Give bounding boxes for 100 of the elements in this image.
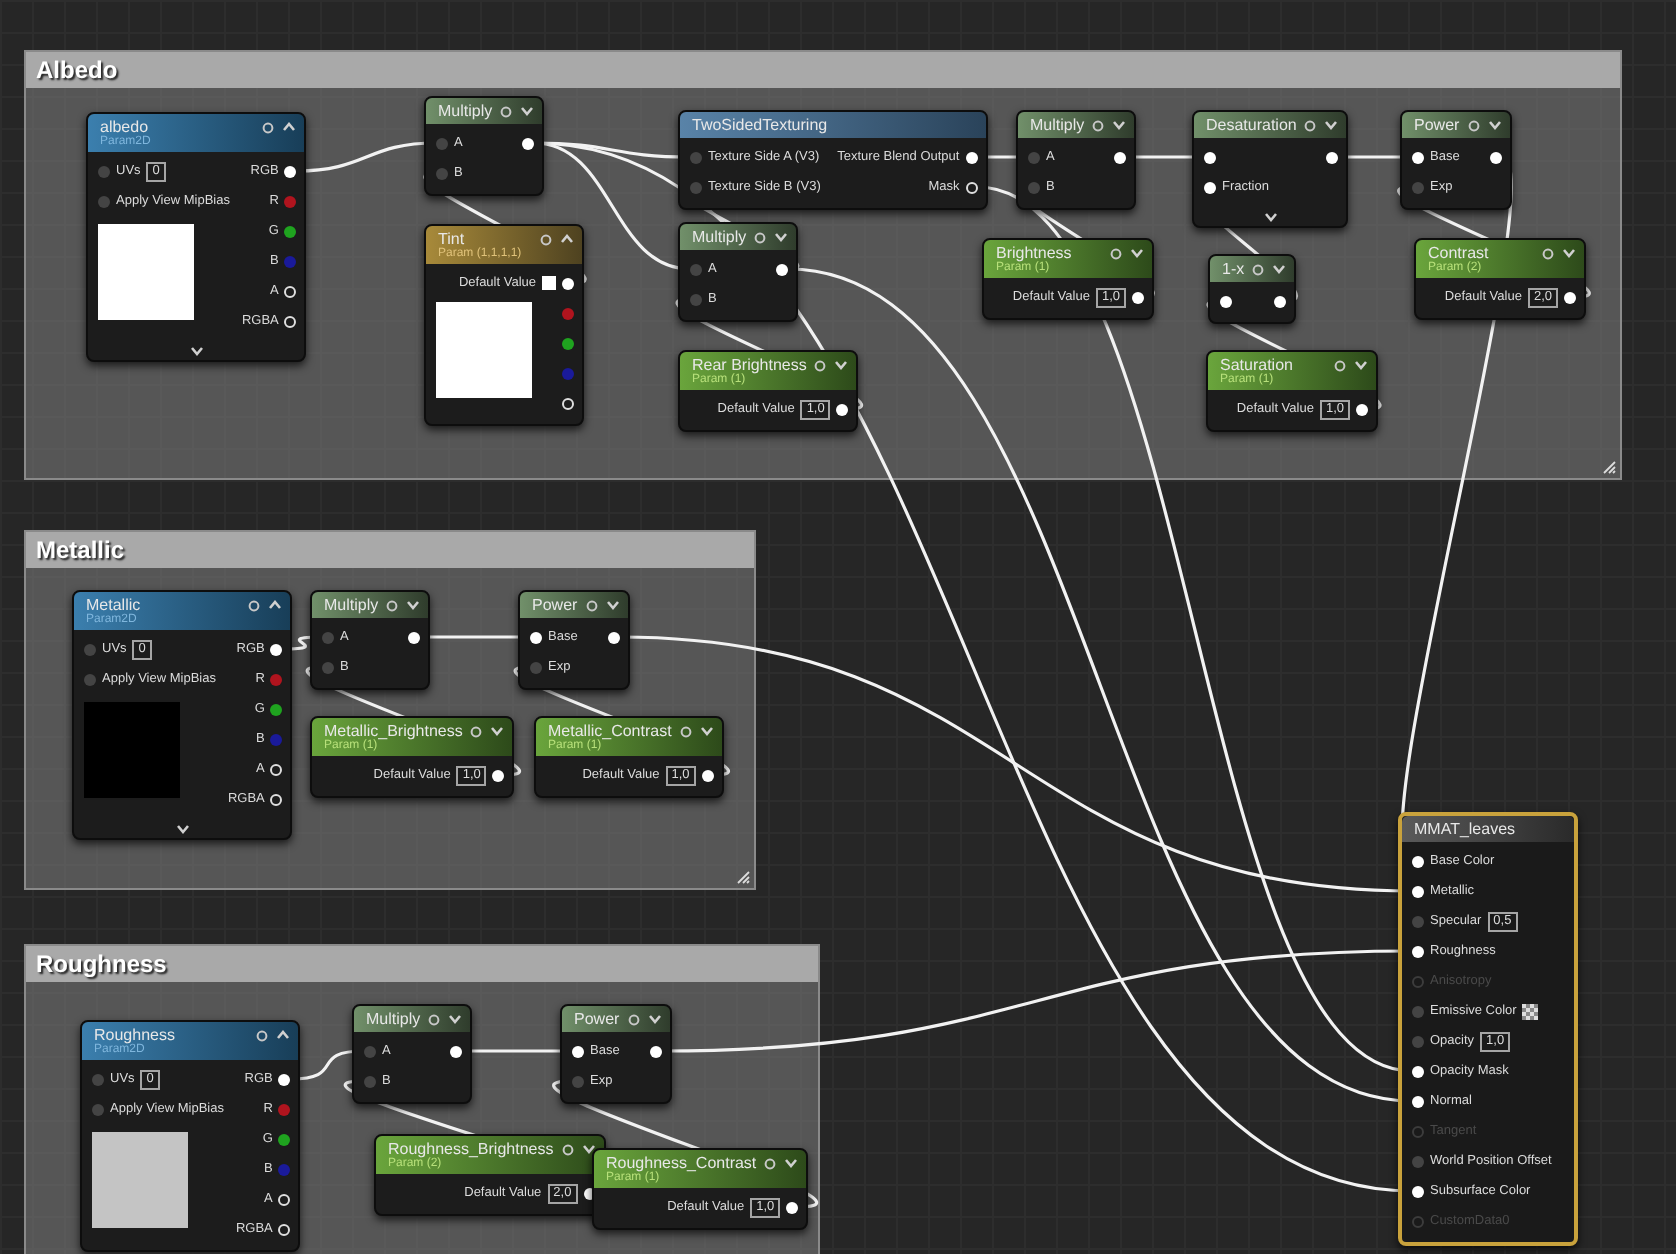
input-pin[interactable] [690, 181, 702, 193]
collapse-icon[interactable] [276, 1030, 291, 1040]
output-pin[interactable] [1132, 291, 1144, 303]
preview-icon[interactable] [540, 234, 552, 246]
collapse-icon[interactable] [1130, 248, 1144, 258]
output-pin[interactable] [270, 793, 283, 805]
preview-icon[interactable] [1467, 120, 1480, 132]
input-pin[interactable] [1412, 915, 1424, 927]
expand-icon[interactable] [1263, 212, 1278, 222]
node-header[interactable]: Power [1402, 112, 1510, 138]
input-pin[interactable] [322, 661, 334, 673]
input-pin[interactable] [364, 1075, 376, 1087]
preview-icon[interactable] [256, 1030, 269, 1042]
input-pin[interactable] [1412, 1035, 1424, 1047]
preview-icon[interactable] [679, 726, 692, 738]
collapse-icon[interactable] [520, 106, 535, 116]
input-pin[interactable] [1412, 1065, 1424, 1077]
input-pin[interactable] [1028, 181, 1040, 193]
collapse-icon[interactable] [1562, 248, 1576, 258]
output-pin[interactable] [776, 263, 789, 275]
preview-icon[interactable] [1110, 248, 1122, 260]
node-header[interactable]: Power [520, 592, 628, 618]
node-header[interactable]: Multiply [1018, 112, 1135, 138]
output-pin[interactable] [701, 769, 714, 781]
collapse-icon[interactable] [581, 1144, 596, 1154]
preview-icon[interactable] [814, 360, 827, 372]
collapse-icon[interactable] [1112, 120, 1127, 130]
node-header[interactable]: Multiply [680, 224, 797, 250]
output-pin[interactable] [278, 1073, 291, 1085]
collapse-icon[interactable] [282, 122, 297, 132]
input-pin[interactable] [1412, 885, 1424, 897]
input-pin[interactable] [1204, 181, 1216, 193]
preview-icon[interactable] [561, 1144, 574, 1156]
input-pin[interactable] [436, 137, 448, 149]
input-pin[interactable] [92, 1103, 104, 1115]
collapse-icon[interactable] [699, 726, 714, 736]
input-pin[interactable] [1412, 945, 1424, 957]
collapse-icon[interactable] [406, 600, 421, 610]
graph-node[interactable]: 1-x [1208, 254, 1297, 324]
preview-icon[interactable] [585, 600, 598, 612]
input-pin[interactable] [690, 151, 702, 163]
preview-icon[interactable] [248, 600, 261, 612]
output-pin[interactable] [786, 1201, 799, 1213]
preview-icon[interactable] [470, 726, 483, 738]
node-header[interactable]: TwoSidedTexturing [680, 112, 986, 138]
collapse-icon[interactable] [1272, 264, 1287, 274]
input-pin[interactable] [322, 631, 334, 643]
preview-icon[interactable] [1304, 120, 1317, 132]
input-pin[interactable] [690, 263, 702, 275]
color-swatch[interactable] [542, 276, 556, 290]
node-header[interactable]: 1-x [1210, 256, 1295, 282]
node-header[interactable]: Desaturation [1194, 112, 1347, 138]
output-pin[interactable] [450, 1045, 463, 1057]
input-pin[interactable] [572, 1075, 584, 1087]
output-pin[interactable] [1274, 295, 1287, 307]
output-pin[interactable] [270, 763, 283, 775]
preview-icon[interactable] [627, 1014, 640, 1026]
output-pin[interactable] [408, 631, 421, 643]
output-pin[interactable] [1326, 151, 1339, 163]
output-pin[interactable] [649, 1045, 662, 1057]
output-pin[interactable] [522, 137, 535, 149]
output-pin[interactable] [607, 631, 620, 643]
input-pin[interactable] [1204, 151, 1216, 163]
preview-icon[interactable] [754, 232, 767, 244]
collapse-icon[interactable] [834, 360, 849, 370]
preview-icon[interactable] [1092, 120, 1105, 132]
input-pin[interactable] [1412, 181, 1424, 193]
input-pin[interactable] [1412, 855, 1424, 867]
preview-icon[interactable] [428, 1014, 441, 1026]
output-pin[interactable] [278, 1193, 291, 1205]
preview-icon[interactable] [500, 106, 513, 118]
resize-grip-icon[interactable] [736, 870, 750, 884]
output-pin[interactable] [284, 165, 297, 177]
input-pin[interactable] [364, 1045, 376, 1057]
output-pin[interactable] [284, 285, 297, 297]
collapse-icon[interactable] [647, 1014, 662, 1024]
node-header[interactable]: Power [562, 1006, 670, 1032]
checker-swatch[interactable] [1522, 1003, 1539, 1019]
input-pin[interactable] [436, 167, 448, 179]
expand-icon[interactable] [175, 824, 190, 834]
input-pin[interactable] [572, 1045, 584, 1057]
input-pin[interactable] [1412, 1095, 1424, 1107]
collapse-icon[interactable] [1487, 120, 1502, 130]
output-pin[interactable] [492, 769, 505, 781]
output-pin[interactable] [965, 181, 978, 193]
input-pin[interactable] [1412, 1005, 1424, 1017]
input-pin[interactable] [530, 631, 542, 643]
preview-icon[interactable] [262, 122, 275, 134]
collapse-icon[interactable] [1354, 360, 1368, 370]
preview-icon[interactable] [1252, 264, 1265, 276]
input-pin[interactable] [690, 293, 702, 305]
resize-grip-icon[interactable] [1602, 460, 1616, 474]
collapse-icon[interactable] [268, 600, 283, 610]
input-pin[interactable] [84, 643, 96, 655]
output-pin[interactable] [270, 643, 283, 655]
output-pin[interactable] [1489, 151, 1502, 163]
expand-icon[interactable] [189, 346, 204, 356]
preview-icon[interactable] [764, 1158, 777, 1170]
output-pin[interactable] [1564, 291, 1576, 303]
node-header[interactable]: Multiply [354, 1006, 471, 1032]
